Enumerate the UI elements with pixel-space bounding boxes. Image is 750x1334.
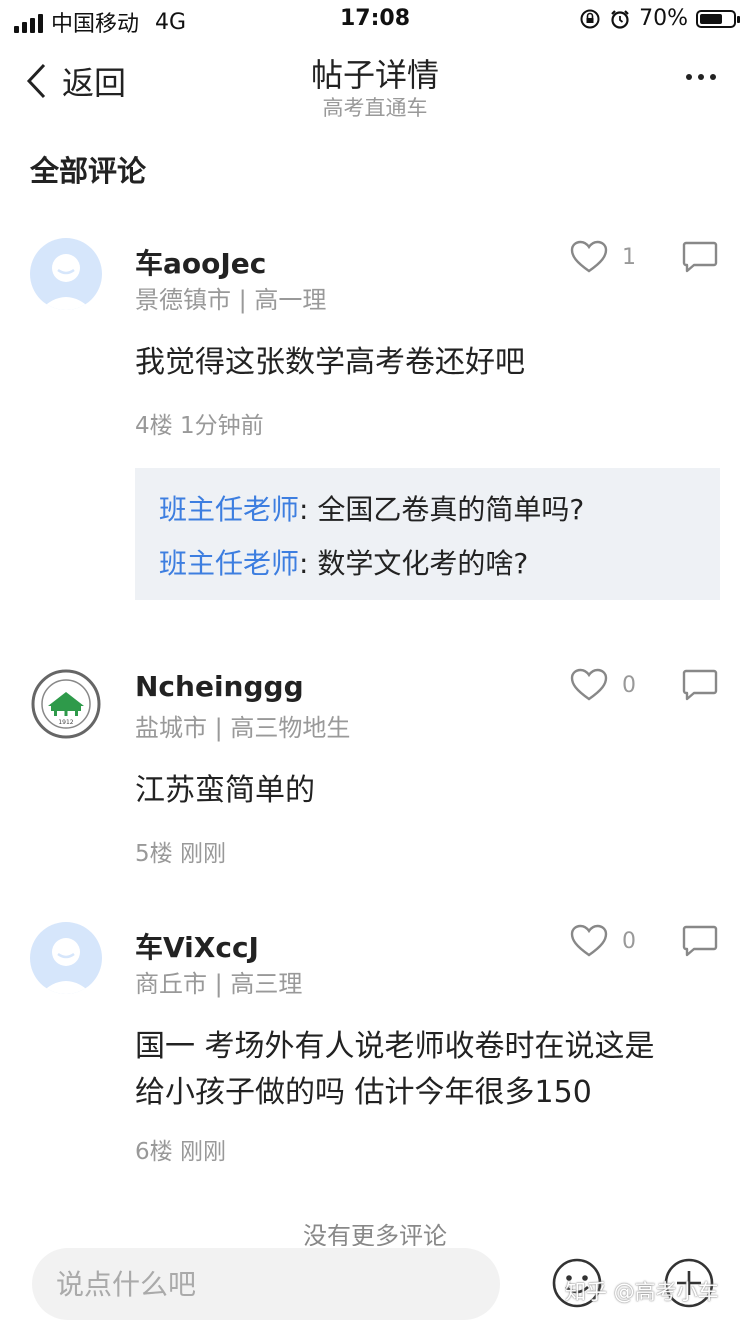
avatar[interactable] (30, 238, 102, 310)
comment-floor-time: 6楼 刚刚 (135, 1132, 226, 1166)
username[interactable]: Ncheinggg (135, 670, 304, 703)
comment-floor-time: 5楼 刚刚 (135, 834, 226, 868)
user-meta: 景德镇市 | 高一理 (135, 280, 326, 315)
comment-text-line: 给小孩子做的吗 估计今年很多150 (135, 1075, 592, 1110)
user-grade: 高三理 (230, 970, 303, 998)
university-logo-avatar-icon: 1912 (30, 668, 102, 740)
comment-bubble-icon (682, 925, 718, 957)
heart-icon (570, 668, 608, 701)
heart-icon (570, 240, 608, 273)
like-button[interactable]: 0 (570, 924, 636, 958)
reply-author[interactable]: 班主任老师 (159, 547, 299, 580)
user-location: 商丘市 (135, 970, 207, 998)
reply-item: 班主任老师: 全国乙卷真的简单吗? (159, 488, 584, 528)
reply-button[interactable] (682, 240, 718, 278)
meta-divider: | (214, 714, 231, 742)
user-location: 盐城市 (135, 714, 207, 742)
more-dot-icon (710, 74, 716, 80)
battery-icon (696, 9, 740, 28)
avatar[interactable]: 1912 (30, 668, 102, 740)
watermark: 知乎 @高考小车 (565, 1280, 719, 1304)
heart-icon (570, 924, 608, 957)
reply-button[interactable] (682, 924, 718, 962)
status-bar: 中国移动 4G 17:08 70% (0, 0, 750, 40)
avatar-year-text: 1912 (58, 719, 73, 726)
reply-text: 全国乙卷真的简单吗? (317, 493, 585, 526)
reply-item: 班主任老师: 数学文化考的啥? (159, 542, 528, 582)
like-count: 0 (622, 928, 636, 954)
reply-author[interactable]: 班主任老师 (159, 493, 299, 526)
time-label: 刚刚 (179, 1139, 226, 1165)
status-right: 70% (579, 6, 740, 31)
default-avatar-icon (30, 238, 102, 310)
battery-percent: 70% (639, 6, 688, 31)
like-button[interactable]: 0 (570, 668, 636, 702)
reply-colon: : (299, 547, 318, 580)
comment-text: 江苏蛮简单的 (135, 773, 315, 808)
floor-label: 4楼 (135, 413, 173, 439)
like-count: 1 (622, 244, 636, 270)
reply-text: 数学文化考的啥? (317, 547, 529, 580)
username[interactable]: 车aooJec (135, 242, 266, 282)
like-count: 0 (622, 672, 636, 698)
default-avatar-icon (30, 922, 102, 994)
meta-divider: | (214, 970, 231, 998)
more-dot-icon (686, 74, 692, 80)
more-dot-icon (698, 74, 704, 80)
user-grade: 高一理 (254, 286, 327, 314)
comment-input[interactable] (32, 1248, 500, 1320)
avatar[interactable] (30, 922, 102, 994)
user-meta: 盐城市 | 高三物地生 (135, 708, 350, 743)
page-subtitle: 高考直通车 (322, 96, 428, 120)
floor-label: 5楼 (135, 841, 173, 867)
comment-floor-time: 4楼 1分钟前 (135, 406, 264, 440)
time-label: 刚刚 (179, 841, 226, 867)
like-button[interactable]: 1 (570, 240, 636, 274)
reply-box[interactable]: 班主任老师: 全国乙卷真的简单吗? 班主任老师: 数学文化考的啥? (135, 468, 720, 600)
rotation-lock-icon (580, 9, 600, 28)
more-button[interactable] (686, 74, 716, 80)
time-label: 1分钟前 (179, 413, 264, 439)
alarm-icon (611, 9, 629, 29)
reply-button[interactable] (682, 668, 718, 706)
comment-bubble-icon (682, 669, 718, 701)
meta-divider: | (238, 286, 255, 314)
nav-bar: 返回 帖子详情 高考直通车 (0, 40, 750, 130)
page-title: 帖子详情 (310, 56, 439, 94)
floor-label: 6楼 (135, 1139, 173, 1165)
comment-text-line: 国一 考场外有人说老师收卷时在说这是 (135, 1029, 655, 1064)
user-grade: 高三物地生 (230, 714, 351, 742)
username[interactable]: 车ViXccJ (135, 926, 259, 966)
reply-colon: : (299, 493, 318, 526)
comment-text: 国一 考场外有人说老师收卷时在说这是 给小孩子做的吗 估计今年很多150 (135, 1024, 715, 1116)
comment-bubble-icon (682, 241, 718, 273)
user-location: 景德镇市 (135, 286, 231, 314)
section-title: 全部评论 (30, 154, 147, 188)
user-meta: 商丘市 | 高三理 (135, 964, 302, 999)
comment-text: 我觉得这张数学高考卷还好吧 (135, 345, 525, 380)
